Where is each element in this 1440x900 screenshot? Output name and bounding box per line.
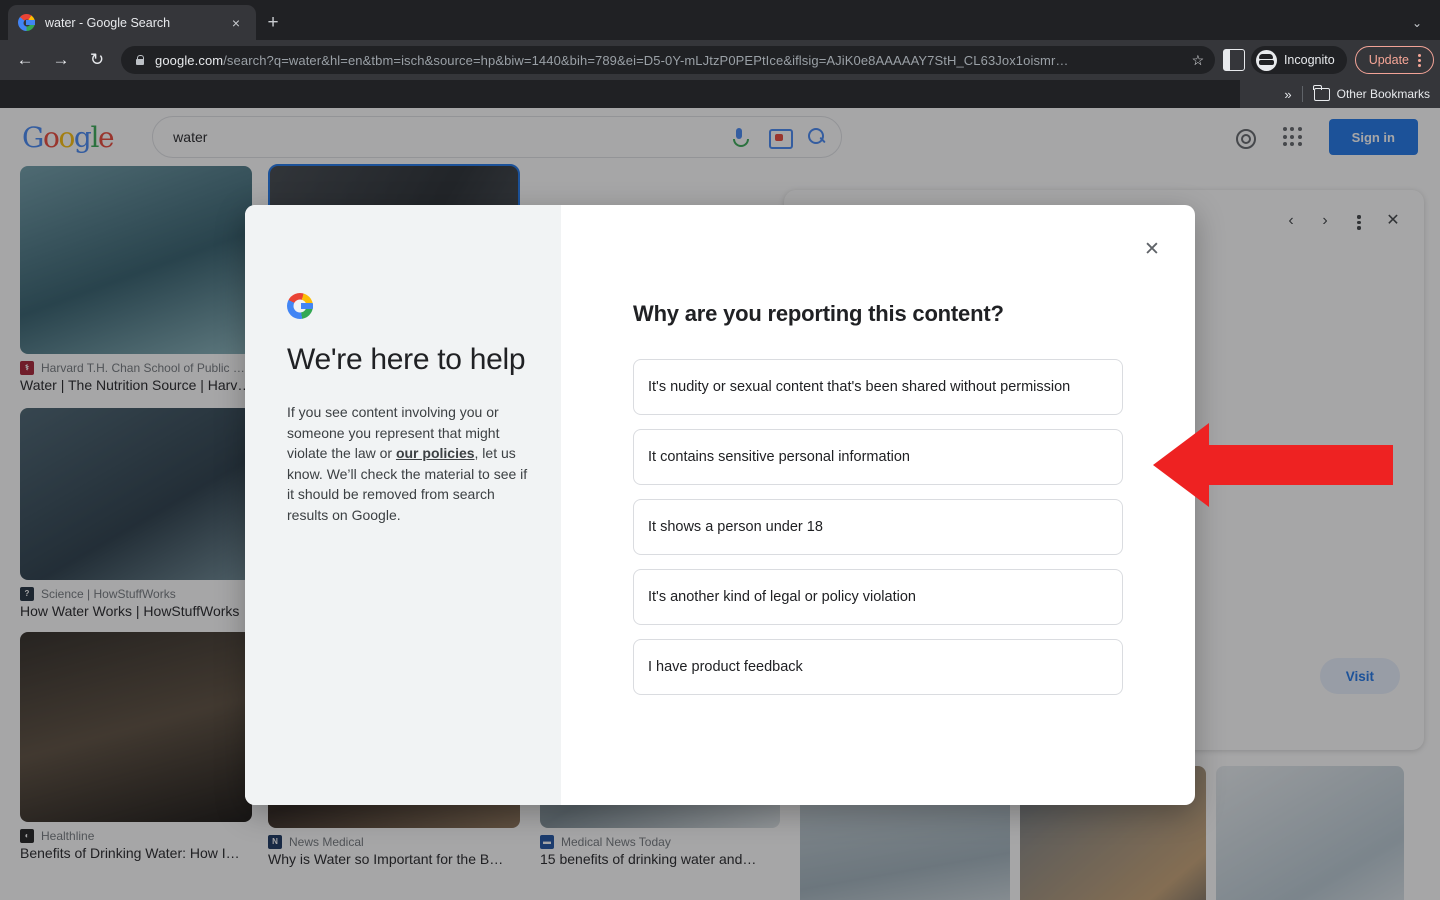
- address-bar[interactable]: google.com/search?q=water&hl=en&tbm=isch…: [121, 46, 1215, 74]
- google-favicon-icon: [18, 14, 35, 31]
- url-text: google.com/search?q=water&hl=en&tbm=isch…: [155, 53, 1187, 68]
- update-button[interactable]: Update: [1354, 46, 1434, 74]
- chrome-menu-icon[interactable]: [1409, 51, 1429, 69]
- lock-icon: [133, 54, 146, 67]
- dialog-options-panel: ✕ Why are you reporting this content? It…: [561, 205, 1195, 805]
- option-person-under-18[interactable]: It shows a person under 18: [633, 499, 1123, 555]
- side-panel-icon[interactable]: [1222, 49, 1245, 71]
- report-content-dialog: We're here to help If you see content in…: [245, 205, 1195, 805]
- divider: [1301, 86, 1303, 102]
- tab-title: water - Google Search: [45, 15, 171, 30]
- annotation-arrow-left-icon: [1153, 419, 1393, 511]
- other-bookmarks-label[interactable]: Other Bookmarks: [1337, 87, 1430, 101]
- option-sensitive-personal-information[interactable]: It contains sensitive personal informati…: [633, 429, 1123, 485]
- dialog-info-panel: We're here to help If you see content in…: [245, 205, 561, 805]
- tab-strip: water - Google Search × + ⌄: [0, 0, 1440, 40]
- chevron-down-icon[interactable]: ⌄: [1407, 13, 1427, 33]
- forward-icon[interactable]: →: [47, 46, 75, 74]
- url-domain: google.com: [155, 52, 224, 68]
- dialog-question: Why are you reporting this content?: [633, 301, 1004, 326]
- dialog-description: If you see content involving you or some…: [287, 402, 531, 525]
- option-legal-or-policy-violation[interactable]: It's another kind of legal or policy vio…: [633, 569, 1123, 625]
- url-path: /search?q=water&hl=en&tbm=isch&source=hp…: [223, 52, 1069, 68]
- bookmarks-bar-empty-area: [0, 80, 1240, 108]
- incognito-label: Incognito: [1283, 53, 1335, 67]
- bookmarks-overflow-icon[interactable]: »: [1284, 87, 1291, 102]
- back-icon[interactable]: ←: [11, 46, 39, 74]
- bookmark-star-icon[interactable]: ☆: [1187, 52, 1209, 69]
- google-g-logo-icon: [287, 293, 313, 319]
- browser-window: water - Google Search × + ⌄ ← → ↻ google…: [0, 0, 1440, 900]
- close-icon[interactable]: ✕: [1139, 237, 1165, 263]
- reload-icon[interactable]: ↻: [83, 46, 111, 74]
- incognito-indicator[interactable]: Incognito: [1250, 46, 1347, 74]
- bookmarks-bar: » Other Bookmarks: [0, 80, 1440, 108]
- folder-icon: [1313, 84, 1330, 101]
- incognito-icon: [1255, 49, 1277, 71]
- our-policies-link[interactable]: our policies: [396, 445, 475, 461]
- option-product-feedback[interactable]: I have product feedback: [633, 639, 1123, 695]
- browser-tab[interactable]: water - Google Search ×: [8, 5, 256, 40]
- browser-toolbar: ← → ↻ google.com/search?q=water&hl=en&tb…: [0, 40, 1440, 80]
- update-label: Update: [1368, 53, 1409, 67]
- close-tab-icon[interactable]: ×: [226, 13, 246, 33]
- dialog-heading: We're here to help: [287, 343, 526, 376]
- option-nudity-without-permission[interactable]: It's nudity or sexual content that's bee…: [633, 359, 1123, 415]
- new-tab-button[interactable]: +: [262, 12, 284, 34]
